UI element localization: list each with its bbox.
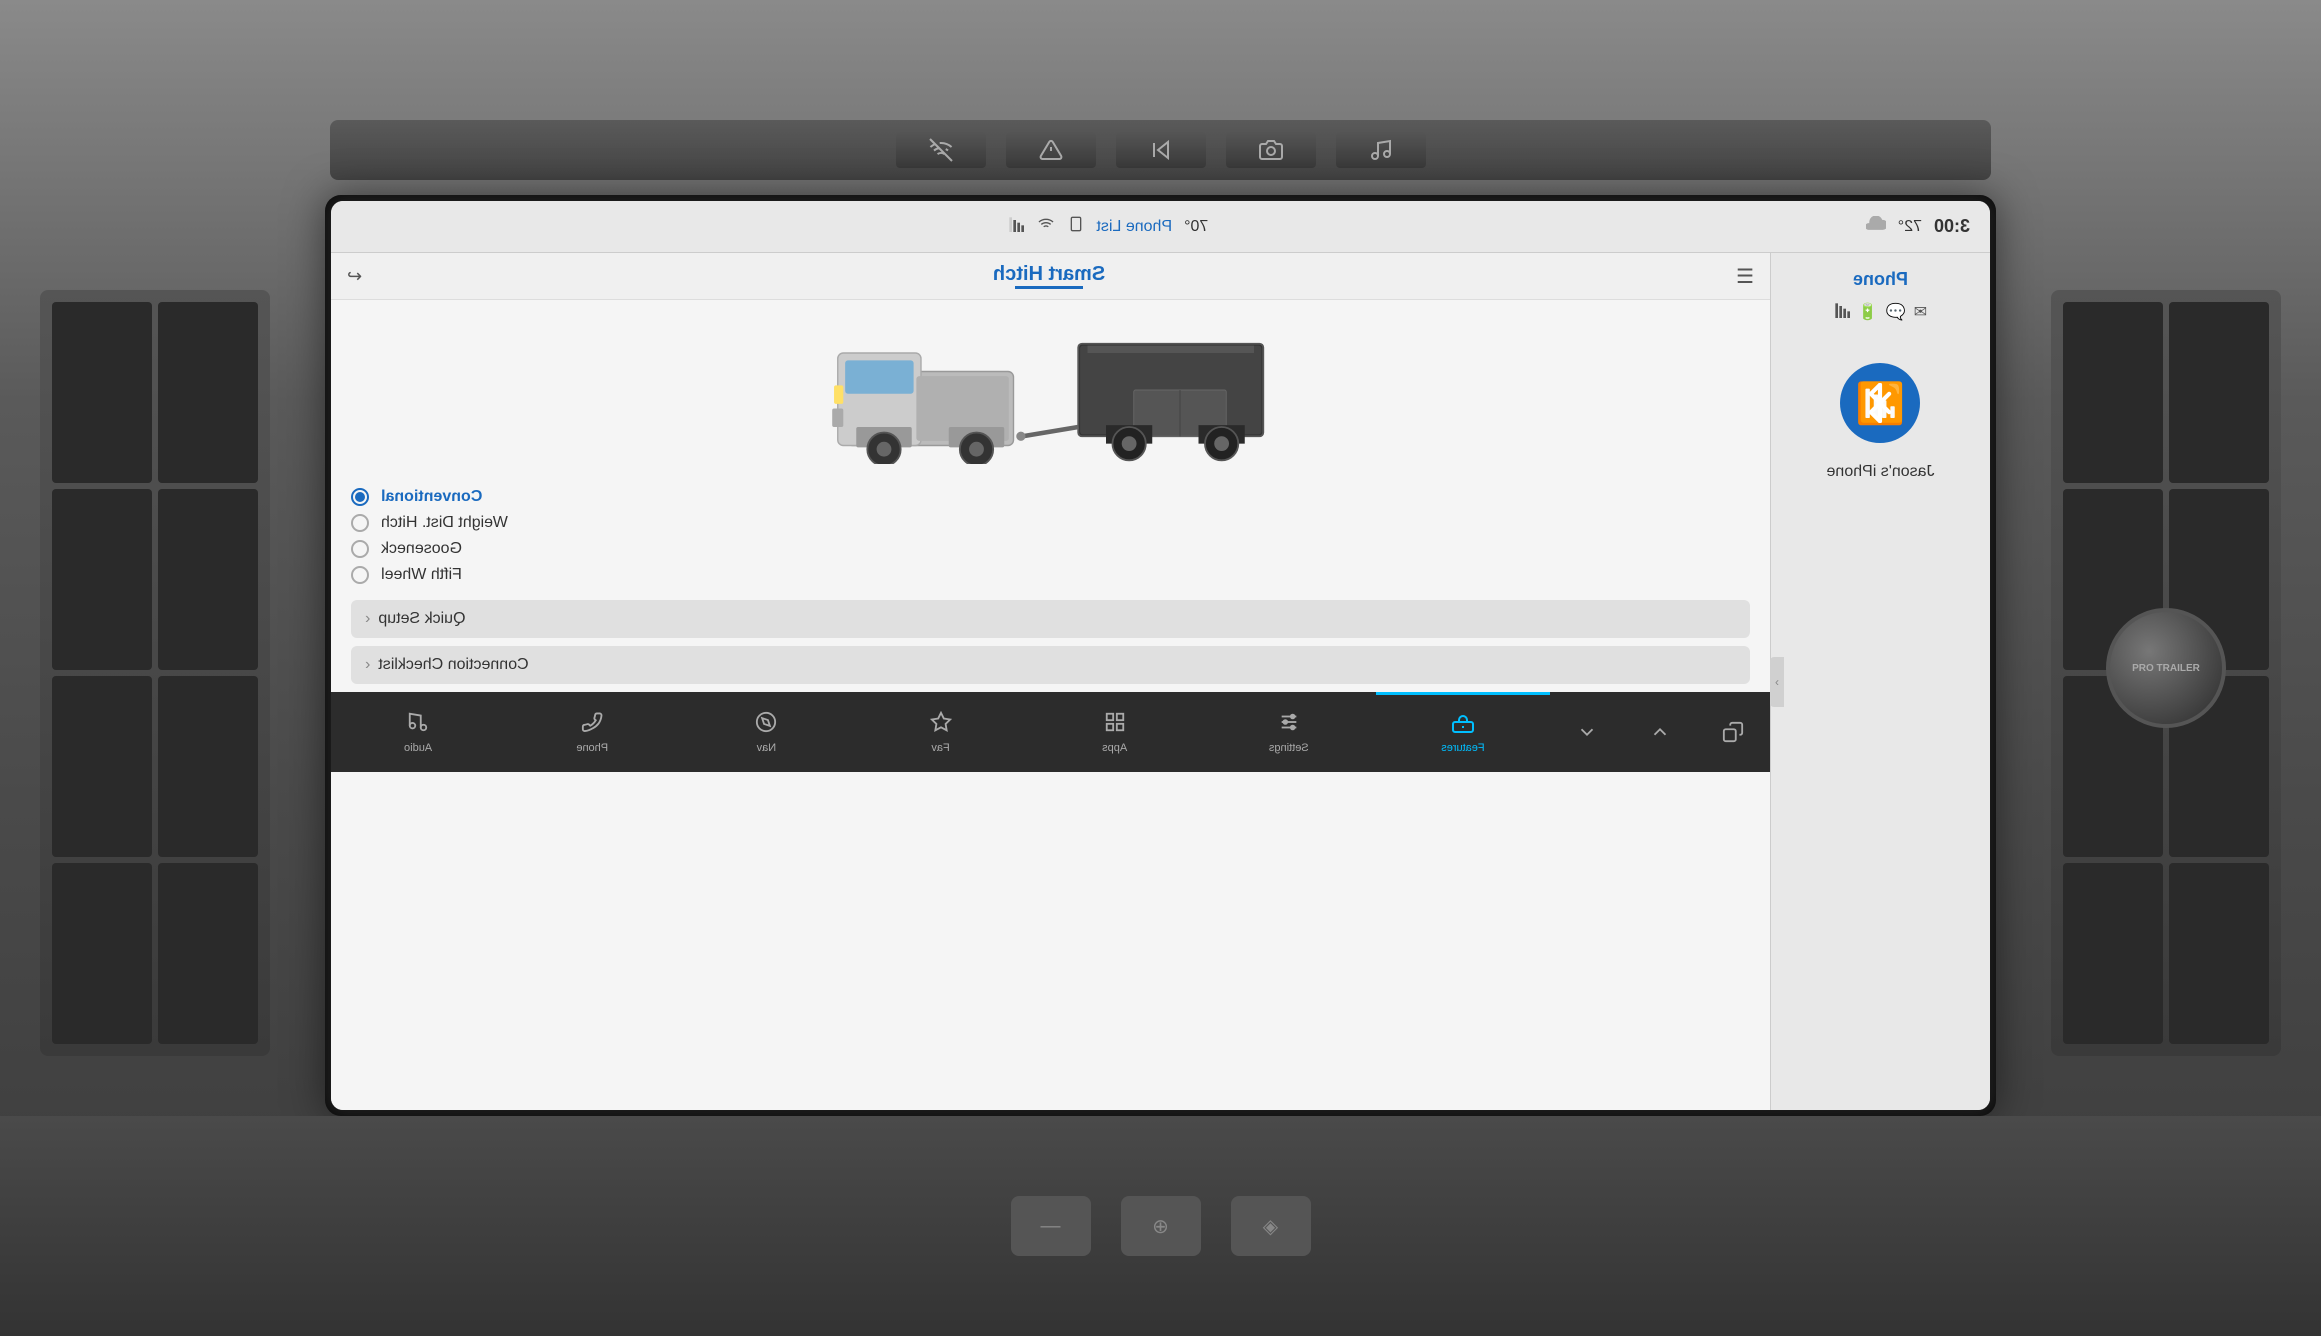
nav-features[interactable]: Features <box>1376 692 1550 772</box>
left-panel: Phone ✉ 💬 🔋 📶 <box>1770 253 1990 1110</box>
weight-dist-radio[interactable] <box>351 514 369 532</box>
phone-nav-icon <box>581 711 603 739</box>
wifi-icon <box>1036 216 1056 237</box>
title-underline <box>1015 286 1082 289</box>
knob-label: PRO TRAILER <box>2132 663 2200 674</box>
weight-dist-label: Weight Dist. Hitch <box>381 514 508 532</box>
hitch-option-conventional[interactable]: Conventional <box>351 488 1750 506</box>
signal-icon <box>1008 216 1024 237</box>
apps-icon <box>1104 711 1126 739</box>
smart-hitch-header: ☰ Smart Hitch ↩ <box>331 253 1770 300</box>
cabin-temp: 70° <box>1184 218 1208 236</box>
main-content: Phone ✉ 💬 🔋 📶 <box>331 253 1990 1110</box>
trim-btn-4[interactable] <box>1226 132 1316 168</box>
battery-icon: 🔋 <box>1858 302 1878 323</box>
nav-settings[interactable]: Settings <box>1202 692 1376 772</box>
trim-btn-5[interactable] <box>1336 132 1426 168</box>
audio-label: Audio <box>404 742 432 754</box>
nav-up-button[interactable] <box>1623 692 1696 772</box>
gooseneck-radio[interactable] <box>351 540 369 558</box>
nav-nav[interactable]: Nav <box>679 692 853 772</box>
status-bar: 3:00 72° 70° Phone List <box>331 201 1990 253</box>
phone-icons-row: ✉ 💬 🔋 <box>1834 302 1927 323</box>
refresh-icon[interactable]: ↩ <box>347 266 362 287</box>
phone-list-label[interactable]: Phone List <box>1096 218 1172 236</box>
right-panel: ☰ Smart Hitch ↩ <box>331 253 1770 1110</box>
trim-btn-3[interactable] <box>1116 132 1206 168</box>
hitch-option-fifth-wheel[interactable]: Fifth Wheel <box>351 566 1750 584</box>
left-nav-area <box>1550 692 1770 772</box>
signal-bars-icon <box>1834 302 1850 323</box>
features-icon <box>1451 713 1475 739</box>
dashboard: PRO TRAILER 3:00 72° 70° Phone List <box>0 0 2321 1336</box>
weather-icon <box>1866 216 1886 237</box>
trailer-area <box>331 300 1770 480</box>
message-icon: ✉ <box>1914 302 1927 323</box>
trailer-illustration <box>347 316 1754 464</box>
nav-phone[interactable]: Phone <box>505 692 679 772</box>
left-vent <box>40 290 270 1056</box>
fav-label: Fav <box>931 742 949 754</box>
phone-panel-title: Phone <box>1853 269 1908 290</box>
main-screen: 3:00 72° 70° Phone List <box>331 201 1990 1110</box>
screen-bezel: 3:00 72° 70° Phone List <box>325 195 1996 1116</box>
panel-collapse-handle[interactable]: › <box>1770 657 1784 707</box>
bottom-nav: Features Settings <box>331 692 1550 772</box>
nav-audio[interactable]: Audio <box>331 692 505 772</box>
nav-fav[interactable]: Fav <box>853 692 1027 772</box>
action-buttons: Quick Setup ‹ Connection Checklist ‹ <box>331 592 1770 692</box>
gooseneck-label: Gooseneck <box>381 540 462 558</box>
bottom-section: — ⊕ ◈ <box>0 1116 2321 1336</box>
quick-setup-button[interactable]: Quick Setup ‹ <box>351 600 1750 638</box>
features-label: Features <box>1441 742 1484 754</box>
nav-down-button[interactable] <box>1550 692 1623 772</box>
top-trim-bar <box>330 120 1991 180</box>
bottom-ctrl-3[interactable]: ◈ <box>1231 1196 1311 1256</box>
connection-checklist-label: Connection Checklist <box>378 656 528 674</box>
hitch-option-weight-dist[interactable]: Weight Dist. Hitch <box>351 514 1750 532</box>
hamburger-menu-icon[interactable]: ☰ <box>1736 264 1754 289</box>
status-left: 3:00 72° <box>1866 216 1970 237</box>
screen-title: Smart Hitch <box>993 263 1105 286</box>
time-display: 3:00 <box>1934 216 1970 237</box>
fifth-wheel-radio[interactable] <box>351 566 369 584</box>
settings-label: Settings <box>1269 742 1309 754</box>
hitch-option-gooseneck[interactable]: Gooseneck <box>351 540 1750 558</box>
audio-icon <box>407 711 429 739</box>
quick-setup-chevron: ‹ <box>365 610 370 628</box>
chat-icon: 💬 <box>1886 302 1906 323</box>
trim-btn-2[interactable] <box>1006 132 1096 168</box>
conventional-label: Conventional <box>381 488 482 506</box>
phone-nav-label: Phone <box>576 742 608 754</box>
device-name: Jason's iPhone <box>1827 463 1935 481</box>
pro-trailer-knob[interactable]: PRO TRAILER <box>2106 608 2226 728</box>
connection-checklist-chevron: ‹ <box>365 656 370 674</box>
conventional-radio[interactable] <box>351 488 369 506</box>
trim-btn-1[interactable] <box>896 132 986 168</box>
nav-label: Nav <box>757 742 777 754</box>
phone-icon <box>1068 214 1084 239</box>
fav-icon <box>930 711 952 739</box>
pro-trailer-knob-area: PRO TRAILER <box>2056 608 2276 728</box>
bottom-ctrl-1[interactable]: — <box>1011 1196 1091 1256</box>
nav-apps[interactable]: Apps <box>1028 692 1202 772</box>
copy-button[interactable] <box>1697 692 1770 772</box>
bottom-ctrl-2[interactable]: ⊕ <box>1121 1196 1201 1256</box>
hitch-options: Conventional Weight Dist. Hitch Goosenec… <box>331 480 1770 592</box>
connection-checklist-button[interactable]: Connection Checklist ‹ <box>351 646 1750 684</box>
radio-dot <box>355 492 365 502</box>
apps-label: Apps <box>1102 742 1127 754</box>
bluetooth-circle: 📶 <box>1841 363 1921 443</box>
bottom-nav-container: Features Settings <box>331 692 1770 772</box>
quick-setup-label: Quick Setup <box>378 610 465 628</box>
navigation-icon <box>755 711 777 739</box>
temp-outside: 72° <box>1898 218 1922 236</box>
status-center: 70° Phone List <box>1008 214 1208 239</box>
settings-icon <box>1278 711 1300 739</box>
fifth-wheel-label: Fifth Wheel <box>381 566 462 584</box>
